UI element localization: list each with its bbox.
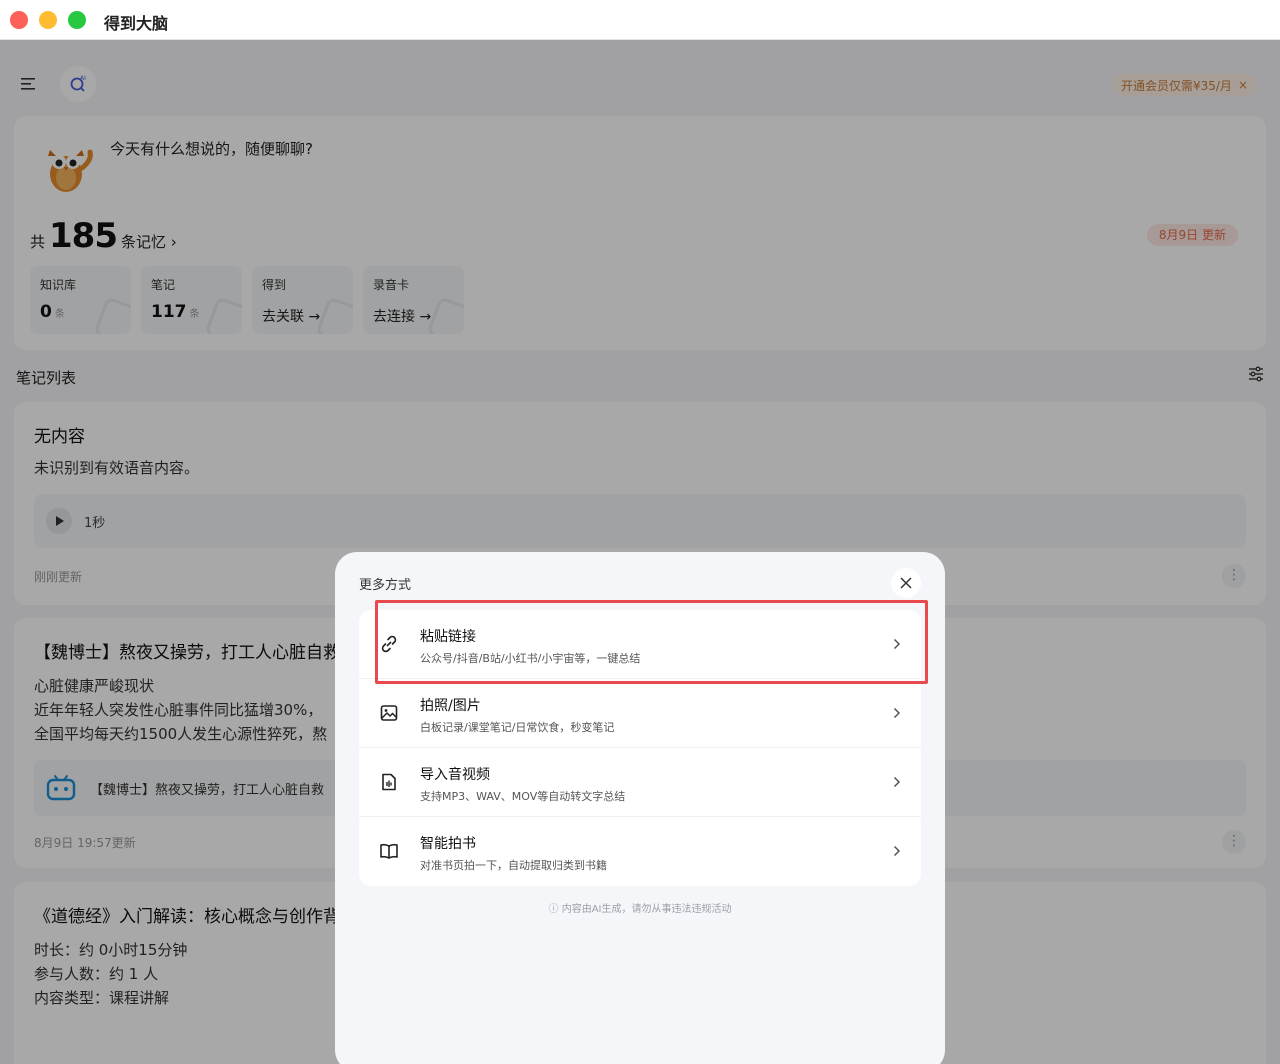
chevron-right-icon [893,845,901,857]
audio-file-icon [382,773,396,791]
option-subtitle: 白板记录/课堂笔记/日常饮食，秒变笔记 [420,721,615,734]
close-icon [900,577,912,589]
option-title: 导入音视频 [420,767,490,783]
chevron-right-icon [893,707,901,719]
option-icon-wrap [376,769,402,795]
window-titlebar: 得到大脑 [0,0,1280,40]
option-subtitle: 对准书页拍一下，自动提取归类到书籍 [420,859,607,872]
option-photo-image[interactable]: 拍照/图片 白板记录/课堂笔记/日常饮食，秒变笔记 [359,679,921,748]
highlight-box [375,600,928,684]
minimize-window-button[interactable] [39,11,57,29]
window-title: 得到大脑 [104,14,169,33]
chevron-right-icon [893,776,901,788]
image-icon [380,705,398,721]
option-icon-wrap [376,700,402,726]
option-smart-book-scan[interactable]: 智能拍书 对准书页拍一下，自动提取归类到书籍 [359,817,921,886]
modal-close-button[interactable] [891,568,921,598]
option-title: 智能拍书 [420,836,476,852]
option-subtitle: 支持MP3、WAV、MOV等自动转文字总结 [420,790,626,803]
option-import-media[interactable]: 导入音视频 支持MP3、WAV、MOV等自动转文字总结 [359,748,921,817]
maximize-window-button[interactable] [68,11,86,29]
close-window-button[interactable] [10,11,28,29]
ai-disclaimer: ⓘ 内容由AI生成，请勿从事违法违规活动 [548,904,732,915]
option-icon-wrap [376,838,402,864]
book-icon [380,843,398,859]
modal-title: 更多方式 [359,578,412,593]
option-title: 拍照/图片 [420,698,481,714]
